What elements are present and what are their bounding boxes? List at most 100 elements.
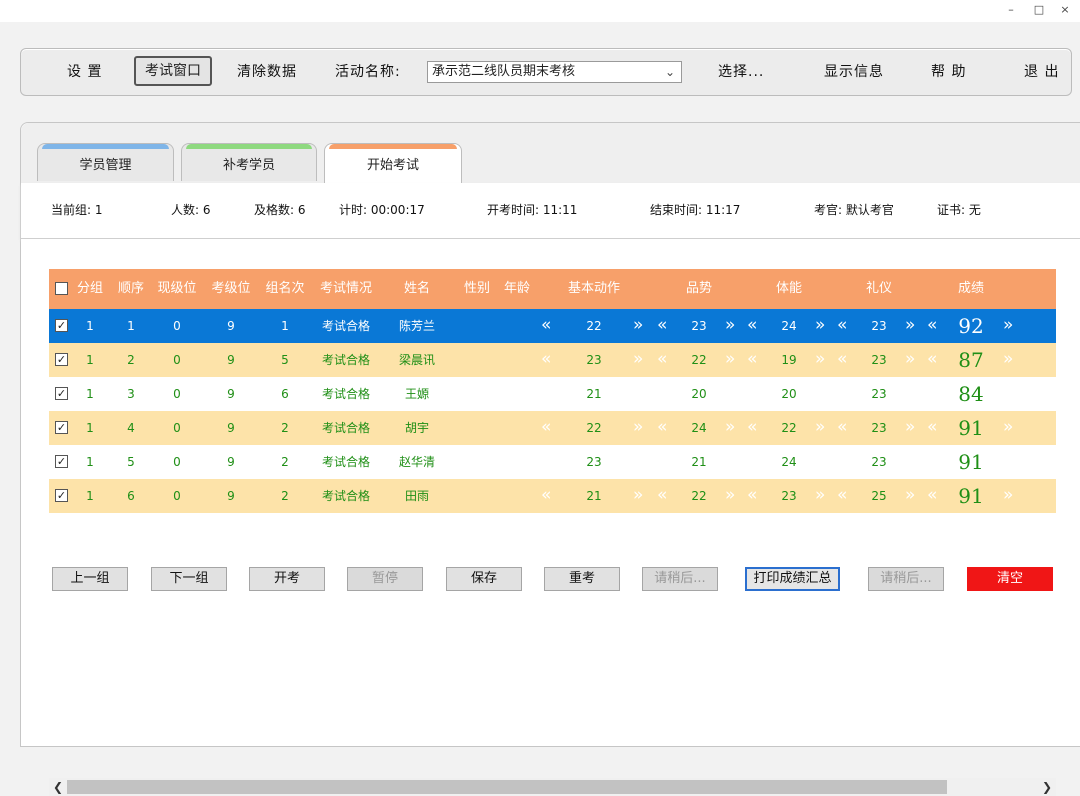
increase-arrow-icon[interactable]: »	[1003, 309, 1013, 343]
scrollbar-thumb[interactable]	[67, 780, 947, 794]
end-time: 结束时间: 11:17	[650, 203, 741, 217]
tab-stripe	[329, 144, 457, 149]
increase-arrow-icon[interactable]: »	[633, 309, 643, 343]
timer: 计时: 00:00:17	[339, 203, 425, 217]
decrease-arrow-icon[interactable]: «	[657, 343, 667, 377]
minimize-icon[interactable]: –	[998, 2, 1024, 18]
increase-arrow-icon[interactable]: »	[1003, 479, 1013, 513]
decrease-arrow-icon[interactable]: «	[837, 343, 847, 377]
order-cell: 2	[127, 353, 135, 367]
poomsae-score: 22	[691, 353, 707, 367]
select-button[interactable]: 选择...	[718, 61, 764, 83]
decrease-arrow-icon[interactable]: «	[927, 309, 937, 343]
chevron-down-icon[interactable]: ⌄	[665, 62, 675, 82]
settings-button[interactable]: 设 置	[67, 61, 102, 83]
decrease-arrow-icon[interactable]: «	[747, 479, 757, 513]
retest-button[interactable]: 重考	[544, 567, 620, 591]
increase-arrow-icon[interactable]: »	[905, 309, 915, 343]
prev-group-button[interactable]: 上一组	[52, 567, 128, 591]
increase-arrow-icon[interactable]: »	[725, 343, 735, 377]
decrease-arrow-icon[interactable]: «	[657, 479, 667, 513]
decrease-arrow-icon[interactable]: «	[657, 309, 667, 343]
name-cell: 陈芳兰	[398, 319, 435, 333]
increase-arrow-icon[interactable]: »	[633, 411, 643, 445]
decrease-arrow-icon[interactable]: «	[837, 309, 847, 343]
increase-arrow-icon[interactable]: »	[725, 479, 735, 513]
help-button[interactable]: 帮 助	[931, 61, 966, 83]
decrease-arrow-icon[interactable]: «	[837, 479, 847, 513]
decrease-arrow-icon[interactable]: «	[541, 343, 551, 377]
increase-arrow-icon[interactable]: »	[1003, 343, 1013, 377]
select-all-checkbox[interactable]	[55, 282, 68, 295]
total-score: 84	[958, 382, 984, 406]
increase-arrow-icon[interactable]: »	[905, 479, 915, 513]
decrease-arrow-icon[interactable]: «	[927, 411, 937, 445]
decrease-arrow-icon[interactable]: «	[927, 479, 937, 513]
tab-makeup-students[interactable]: 补考学员	[181, 143, 317, 181]
row-checkbox[interactable]: ✓	[55, 353, 68, 366]
decrease-arrow-icon[interactable]: «	[837, 411, 847, 445]
increase-arrow-icon[interactable]: »	[905, 343, 915, 377]
table-row[interactable]: ✓ 1 3 0 9 6 考试合格 王嫄 21 20 20 23 84	[49, 377, 1056, 411]
decrease-arrow-icon[interactable]: «	[657, 411, 667, 445]
exam-window-button[interactable]: 考试窗口	[134, 56, 212, 86]
increase-arrow-icon[interactable]: »	[633, 479, 643, 513]
pause-button[interactable]: 暂停	[347, 567, 423, 591]
target-level-cell: 9	[227, 489, 235, 503]
table-row[interactable]: ✓ 1 4 0 9 2 考试合格 胡宇 22 24 22 23 91 « » « » « » « » « »	[49, 411, 1056, 445]
row-checkbox[interactable]: ✓	[55, 387, 68, 400]
row-checkbox[interactable]: ✓	[55, 319, 68, 332]
clear-button[interactable]: 清空	[967, 567, 1053, 591]
decrease-arrow-icon[interactable]: «	[541, 309, 551, 343]
increase-arrow-icon[interactable]: »	[815, 479, 825, 513]
table-row[interactable]: ✓ 1 5 0 9 2 考试合格 赵华清 23 21 24 23 91	[49, 445, 1056, 479]
increase-arrow-icon[interactable]: »	[633, 343, 643, 377]
activity-select[interactable]: 承示范二线队员期末考核 ⌄	[427, 61, 682, 83]
save-button[interactable]: 保存	[446, 567, 522, 591]
scroll-left-icon[interactable]: ❮	[49, 778, 67, 796]
tab-label: 开始考试	[366, 158, 419, 173]
close-icon[interactable]: ×	[1052, 2, 1078, 18]
tab-student-management[interactable]: 学员管理	[37, 143, 174, 181]
table-row[interactable]: ✓ 1 1 0 9 1 考试合格 陈芳兰 22 23 24 23 92 « » « » « » « » « »	[49, 309, 1056, 343]
fitness-score: 23	[781, 489, 797, 503]
wait-button-2[interactable]: 请稍后...	[868, 567, 944, 591]
print-summary-button[interactable]: 打印成绩汇总	[745, 567, 840, 591]
clear-data-button[interactable]: 清除数据	[237, 61, 297, 83]
decrease-arrow-icon[interactable]: «	[747, 343, 757, 377]
row-checkbox[interactable]: ✓	[55, 455, 68, 468]
basic-moves-score: 23	[586, 353, 602, 367]
tab-start-exam[interactable]: 开始考试	[324, 143, 462, 184]
decrease-arrow-icon[interactable]: «	[541, 479, 551, 513]
order-cell: 3	[127, 387, 135, 401]
table-row[interactable]: ✓ 1 2 0 9 5 考试合格 梁晨讯 23 22 19 23 87 « » « » « » « » « »	[49, 343, 1056, 377]
horizontal-scrollbar[interactable]: ❮ ❯	[49, 778, 1056, 796]
maximize-icon[interactable]: □	[1026, 2, 1052, 18]
etiquette-score: 23	[871, 319, 887, 333]
decrease-arrow-icon[interactable]: «	[747, 411, 757, 445]
wait-button[interactable]: 请稍后...	[642, 567, 718, 591]
row-checkbox[interactable]: ✓	[55, 421, 68, 434]
name-cell: 赵华清	[398, 455, 435, 469]
total-score: 91	[958, 416, 984, 440]
increase-arrow-icon[interactable]: »	[815, 411, 825, 445]
increase-arrow-icon[interactable]: »	[1003, 411, 1013, 445]
exit-button[interactable]: 退 出	[1024, 61, 1059, 83]
status-cell: 考试合格	[321, 353, 370, 367]
increase-arrow-icon[interactable]: »	[725, 309, 735, 343]
decrease-arrow-icon[interactable]: «	[747, 309, 757, 343]
next-group-button[interactable]: 下一组	[151, 567, 227, 591]
increase-arrow-icon[interactable]: »	[815, 343, 825, 377]
tab-stripe	[42, 144, 169, 149]
increase-arrow-icon[interactable]: »	[905, 411, 915, 445]
increase-arrow-icon[interactable]: »	[815, 309, 825, 343]
row-checkbox[interactable]: ✓	[55, 489, 68, 502]
decrease-arrow-icon[interactable]: «	[541, 411, 551, 445]
increase-arrow-icon[interactable]: »	[725, 411, 735, 445]
decrease-arrow-icon[interactable]: «	[927, 343, 937, 377]
start-exam-button[interactable]: 开考	[249, 567, 325, 591]
scroll-right-icon[interactable]: ❯	[1038, 778, 1056, 796]
show-info-button[interactable]: 显示信息	[824, 61, 884, 83]
tab-strip: 学员管理 补考学员 开始考试	[21, 123, 1080, 184]
table-row[interactable]: ✓ 1 6 0 9 2 考试合格 田雨 21 22 23 25 91 « » « » « » « » « »	[49, 479, 1056, 513]
